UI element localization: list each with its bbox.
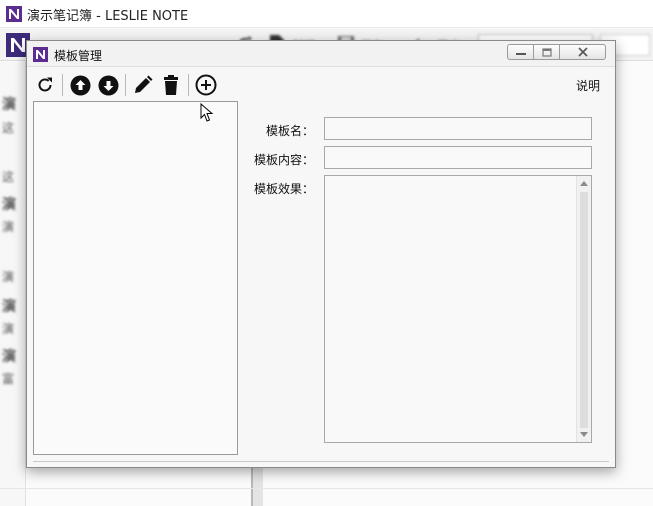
arrow-down-circle-icon (98, 75, 118, 95)
bg-page-item[interactable]: 这 (2, 119, 14, 136)
minimize-icon (515, 53, 526, 55)
bg-page-item[interactable]: 演 (2, 268, 14, 285)
template-content-label: 模板内容： (253, 153, 314, 167)
bg-page-item[interactable]: 演 (2, 346, 16, 366)
dialog-title: 模板管理 (54, 49, 103, 63)
bg-page-item[interactable]: 演 (2, 218, 14, 235)
toolbar-separator (188, 74, 189, 96)
minimize-button[interactable] (507, 44, 534, 60)
plus-circle-icon (195, 74, 217, 96)
mouse-cursor-icon (200, 103, 214, 122)
main-titlebar: 演示笔记簿 - LESLIE NOTE (0, 0, 653, 28)
move-up-button[interactable] (68, 73, 92, 97)
template-preview-label: 模板效果： (253, 182, 314, 196)
help-link[interactable]: 说明 (576, 77, 600, 94)
bg-page-item[interactable]: 演 (2, 194, 16, 214)
bg-page-item[interactable]: 演 (2, 94, 16, 114)
template-content-input[interactable] (324, 146, 592, 169)
bg-splitter[interactable] (251, 462, 263, 506)
preview-scrollbar[interactable] (576, 176, 591, 442)
bg-page-list: 演 这 这 演 演 演 演 演 演 富 (0, 62, 26, 506)
app-logo-icon (6, 6, 22, 22)
toolbar-separator (125, 74, 126, 96)
scroll-down-icon[interactable] (580, 432, 588, 437)
scroll-up-icon[interactable] (580, 181, 588, 186)
bg-page-item[interactable]: 这 (2, 168, 14, 185)
move-down-button[interactable] (96, 73, 120, 97)
scroll-thumb[interactable] (580, 192, 588, 428)
close-icon (577, 47, 588, 57)
maximize-icon (541, 47, 552, 57)
template-manager-dialog: 模板管理 说明 模板名： 模板内容： 模板效果： (26, 40, 616, 468)
trash-icon (164, 75, 178, 95)
bg-divider (0, 488, 653, 489)
add-template-button[interactable] (194, 73, 218, 97)
maximize-button[interactable] (534, 44, 560, 60)
dialog-titlebar[interactable]: 模板管理 (27, 41, 615, 67)
bg-page-item[interactable]: 演 (2, 296, 16, 316)
template-preview-area[interactable] (324, 175, 592, 443)
close-button[interactable] (560, 44, 606, 60)
bg-page-item[interactable]: 富 (2, 370, 14, 387)
toolbar-separator (62, 74, 63, 96)
app-title: 演示笔记簿 - LESLIE NOTE (27, 9, 189, 24)
refresh-button[interactable] (33, 73, 57, 97)
template-name-label: 模板名： (265, 124, 314, 138)
pencil-icon (135, 75, 153, 93)
edit-button[interactable] (131, 73, 155, 97)
template-list[interactable] (33, 101, 238, 455)
template-name-input[interactable] (324, 117, 592, 140)
bg-page-item[interactable]: 演 (2, 320, 14, 337)
delete-button[interactable] (159, 73, 183, 97)
arrow-up-circle-icon (70, 75, 90, 95)
refresh-icon (38, 77, 52, 92)
dialog-bottom-divider (33, 461, 609, 462)
dialog-toolbar (33, 71, 222, 99)
app-logo-icon (33, 47, 48, 62)
